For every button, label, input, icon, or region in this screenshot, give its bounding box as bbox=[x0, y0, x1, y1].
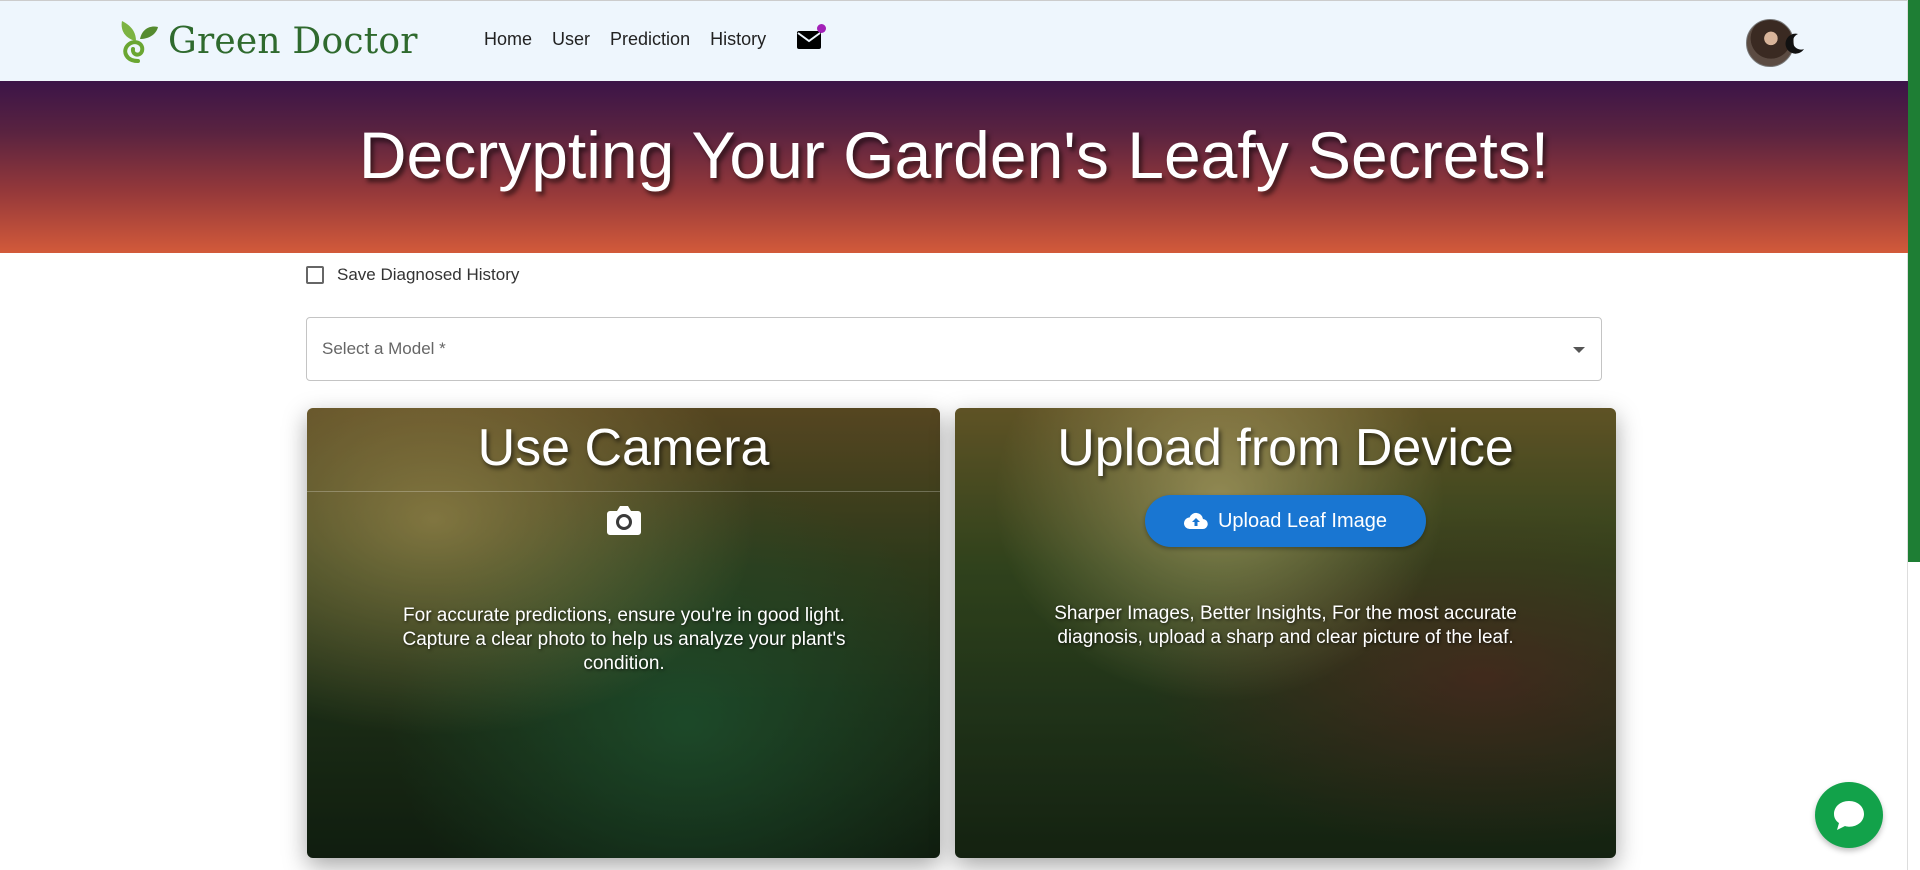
sprout-logo-icon bbox=[121, 21, 158, 63]
chevron-down-icon bbox=[1573, 347, 1585, 353]
nav-link-prediction[interactable]: Prediction bbox=[610, 29, 690, 50]
brand-logo[interactable]: Green Doctor bbox=[116, 17, 418, 65]
camera-icon[interactable] bbox=[606, 502, 642, 536]
cloud-upload-icon bbox=[1183, 512, 1208, 530]
use-camera-card[interactable]: Use Camera For accurate predictions, ens… bbox=[307, 408, 940, 858]
main-nav: Home User Prediction History bbox=[484, 23, 827, 50]
top-navbar: Green Doctor Home User Prediction Histor… bbox=[0, 0, 1908, 81]
hero-banner: Decrypting Your Garden's Leafy Secrets! bbox=[0, 81, 1908, 253]
scrollbar-thumb[interactable] bbox=[1908, 0, 1920, 562]
upload-card-description: Sharper Images, Better Insights, For the… bbox=[1054, 603, 1517, 648]
notification-dot bbox=[817, 23, 827, 33]
mail-icon[interactable] bbox=[796, 23, 827, 50]
nav-link-user[interactable]: User bbox=[552, 29, 590, 50]
brand-name: Green Doctor bbox=[168, 20, 418, 62]
upload-card-title: Upload from Device bbox=[1057, 419, 1514, 477]
chat-button[interactable] bbox=[1815, 782, 1883, 848]
chat-bubble-icon bbox=[1834, 801, 1864, 830]
camera-card-title: Use Camera bbox=[477, 419, 770, 477]
upload-device-card: Upload from Device Upload Leaf Image Sha… bbox=[955, 408, 1616, 858]
moon-icon[interactable] bbox=[1782, 31, 1806, 55]
save-history-label: Save Diagnosed History bbox=[337, 265, 520, 284]
nav-link-history[interactable]: History bbox=[710, 29, 766, 50]
upload-button-label: Upload Leaf Image bbox=[1217, 509, 1387, 532]
save-history-checkbox[interactable] bbox=[306, 266, 324, 284]
upload-leaf-image-button[interactable]: Upload Leaf Image bbox=[1145, 495, 1426, 547]
model-select[interactable]: Select a Model * bbox=[306, 317, 1602, 381]
page-scrollbar[interactable] bbox=[1907, 0, 1920, 870]
model-select-placeholder: Select a Model * bbox=[322, 339, 446, 358]
card-divider bbox=[307, 491, 940, 492]
save-history-option[interactable]: Save Diagnosed History bbox=[306, 265, 519, 285]
camera-card-description: For accurate predictions, ensure you're … bbox=[402, 605, 846, 674]
nav-link-home[interactable]: Home bbox=[484, 29, 532, 50]
hero-title: Decrypting Your Garden's Leafy Secrets! bbox=[358, 118, 1550, 192]
